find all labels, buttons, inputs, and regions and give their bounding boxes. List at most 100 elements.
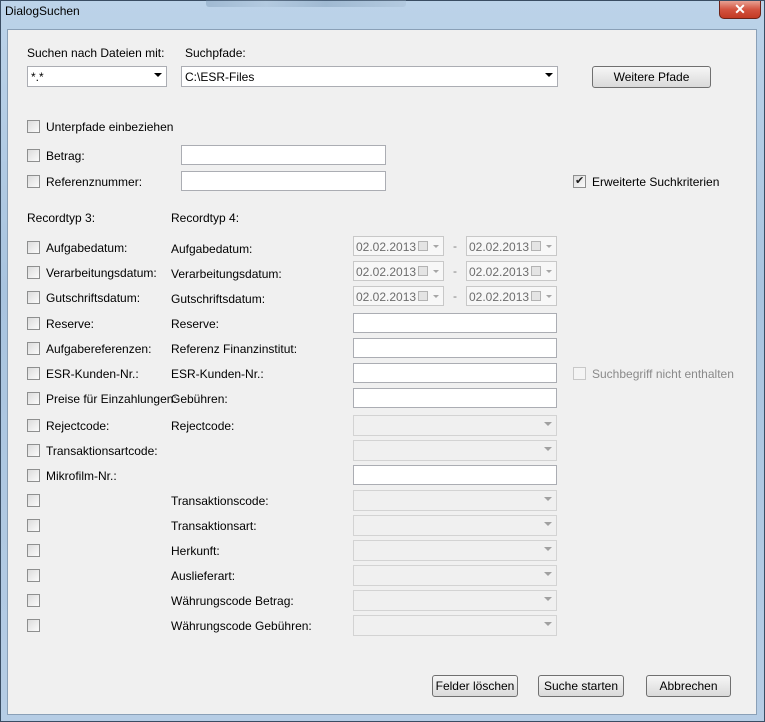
rejectcode-checkbox[interactable] (27, 419, 40, 432)
preise-checkbox[interactable] (27, 392, 40, 405)
verarbeitungsdatum-rt4-label: Verarbeitungsdatum: (171, 267, 282, 281)
chevron-down-icon (546, 270, 552, 273)
clear-fields-button[interactable]: Felder löschen (432, 675, 518, 697)
gebuehren-input[interactable] (353, 388, 557, 408)
verarbeitungsdatum-rt3-label: Verarbeitungsdatum: (46, 266, 157, 280)
aufgabedatum-checkbox[interactable] (27, 241, 40, 254)
rejectcode-combo[interactable] (353, 415, 557, 436)
herkunft-combo[interactable] (353, 540, 557, 561)
chevron-down-icon (433, 295, 439, 298)
chevron-down-icon (544, 497, 552, 501)
reserve-rt4-label: Reserve: (171, 317, 220, 331)
not-contained-checkbox[interactable] (573, 367, 586, 380)
gutschriftsdatum-to-picker[interactable]: 02.02.2013 (466, 286, 557, 306)
rejectcode-rt4-label: Rejectcode: (171, 419, 235, 433)
title-bar[interactable]: DialogSuchen ✕ (1, 0, 765, 23)
auslieferart-combo[interactable] (353, 565, 557, 586)
transaktionsartcode-combo[interactable] (353, 440, 557, 461)
reserve-checkbox[interactable] (27, 317, 40, 330)
referenz-finanzinstitut-label: Referenz Finanzinstitut: (171, 342, 298, 356)
chevron-down-icon (546, 245, 552, 248)
gutschriftsdatum-checkbox[interactable] (27, 291, 40, 304)
subpaths-label: Unterpfade einbeziehen (46, 120, 174, 134)
referenz-finanzinstitut-input[interactable] (353, 338, 557, 358)
start-search-button[interactable]: Suche starten (538, 675, 624, 697)
not-contained-label: Suchbegriff nicht enthalten (592, 367, 734, 381)
mikrofilm-input[interactable] (353, 465, 557, 485)
chevron-down-icon (154, 73, 162, 77)
mikrofilm-checkbox[interactable] (27, 469, 40, 482)
esr-kunden-nr-rt3-label: ESR-Kunden-Nr.: (46, 367, 139, 381)
cancel-button[interactable]: Abbrechen (646, 675, 731, 697)
betrag-input[interactable] (181, 145, 386, 165)
search-paths-combo[interactable]: C:\ESR-Files (181, 66, 558, 87)
range-separator: - (453, 264, 457, 278)
recordtyp3-header: Recordtyp 3: (27, 211, 96, 225)
waehrungscode-betrag-checkbox[interactable] (27, 594, 40, 607)
range-separator: - (453, 289, 457, 303)
gutschriftsdatum-rt3-label: Gutschriftsdatum: (46, 291, 141, 305)
chevron-down-icon (545, 73, 553, 77)
date-value: 02.02.2013 (469, 290, 530, 304)
files-pattern-value: *.* (31, 70, 44, 84)
waehrungscode-gebuehren-combo[interactable] (353, 615, 557, 636)
extended-criteria-checkbox[interactable] (573, 174, 586, 188)
reserve-input[interactable] (353, 313, 557, 333)
dialog-client-area: Suchen nach Dateien mit: *.* Suchpfade: … (7, 29, 757, 715)
transaktionsart-checkbox[interactable] (27, 519, 40, 532)
auslieferart-label: Auslieferart: (171, 569, 236, 583)
files-pattern-combo[interactable]: *.* (27, 66, 167, 87)
calendar-icon (418, 266, 428, 276)
aufgabedatum-from-picker[interactable]: 02.02.2013 (353, 236, 444, 256)
verarbeitungsdatum-to-picker[interactable]: 02.02.2013 (466, 261, 557, 281)
verarbeitungsdatum-checkbox[interactable] (27, 266, 40, 279)
esr-kunden-nr-input[interactable] (353, 363, 557, 383)
herkunft-checkbox[interactable] (27, 544, 40, 557)
transaktionscode-label: Transaktionscode: (171, 494, 269, 508)
waehrungscode-gebuehren-label: Währungscode Gebühren: (171, 619, 312, 633)
paths-label: Suchpfade: (185, 46, 246, 60)
aufgabedatum-to-picker[interactable]: 02.02.2013 (466, 236, 557, 256)
aufgabereferenzen-rt3-label: Aufgabereferenzen: (46, 342, 152, 356)
herkunft-label: Herkunft: (171, 544, 220, 558)
gebuehren-label: Gebühren: (171, 392, 228, 406)
betrag-checkbox[interactable] (27, 149, 40, 162)
chevron-down-icon (544, 447, 552, 451)
search-paths-value: C:\ESR-Files (185, 70, 255, 84)
rejectcode-rt3-label: Rejectcode: (46, 419, 110, 433)
date-value: 02.02.2013 (356, 240, 417, 254)
transaktionscode-combo[interactable] (353, 490, 557, 511)
transaktionscode-checkbox[interactable] (27, 494, 40, 507)
aufgabereferenzen-checkbox[interactable] (27, 342, 40, 355)
waehrungscode-gebuehren-checkbox[interactable] (27, 619, 40, 632)
verarbeitungsdatum-from-picker[interactable]: 02.02.2013 (353, 261, 444, 281)
gutschriftsdatum-rt4-label: Gutschriftsdatum: (171, 292, 266, 306)
waehrungscode-betrag-combo[interactable] (353, 590, 557, 611)
calendar-icon (531, 266, 541, 276)
aufgabedatum-rt4-label: Aufgabedatum: (171, 242, 253, 256)
referenznummer-label: Referenznummer: (46, 175, 143, 189)
background-window-hint (206, 0, 406, 7)
mikrofilm-label: Mikrofilm-Nr.: (46, 469, 117, 483)
transaktionsartcode-checkbox[interactable] (27, 444, 40, 457)
close-icon: ✕ (734, 1, 746, 17)
transaktionsartcode-label: Transaktionsartcode: (46, 444, 158, 458)
referenznummer-checkbox[interactable] (27, 175, 40, 188)
referenznummer-input[interactable] (181, 171, 386, 191)
calendar-icon (418, 291, 428, 301)
more-paths-button[interactable]: Weitere Pfade (592, 66, 711, 88)
chevron-down-icon (544, 572, 552, 576)
chevron-down-icon (433, 270, 439, 273)
calendar-icon (531, 241, 541, 251)
waehrungscode-betrag-label: Währungscode Betrag: (171, 594, 294, 608)
date-value: 02.02.2013 (469, 240, 530, 254)
betrag-label: Betrag: (46, 149, 85, 163)
subpaths-checkbox[interactable] (27, 120, 40, 133)
date-value: 02.02.2013 (356, 265, 417, 279)
close-button[interactable]: ✕ (719, 1, 761, 19)
gutschriftsdatum-from-picker[interactable]: 02.02.2013 (353, 286, 444, 306)
esr-kunden-nr-checkbox[interactable] (27, 367, 40, 380)
preise-rt3-label: Preise für Einzahlungen: (46, 392, 177, 406)
auslieferart-checkbox[interactable] (27, 569, 40, 582)
transaktionsart-combo[interactable] (353, 515, 557, 536)
